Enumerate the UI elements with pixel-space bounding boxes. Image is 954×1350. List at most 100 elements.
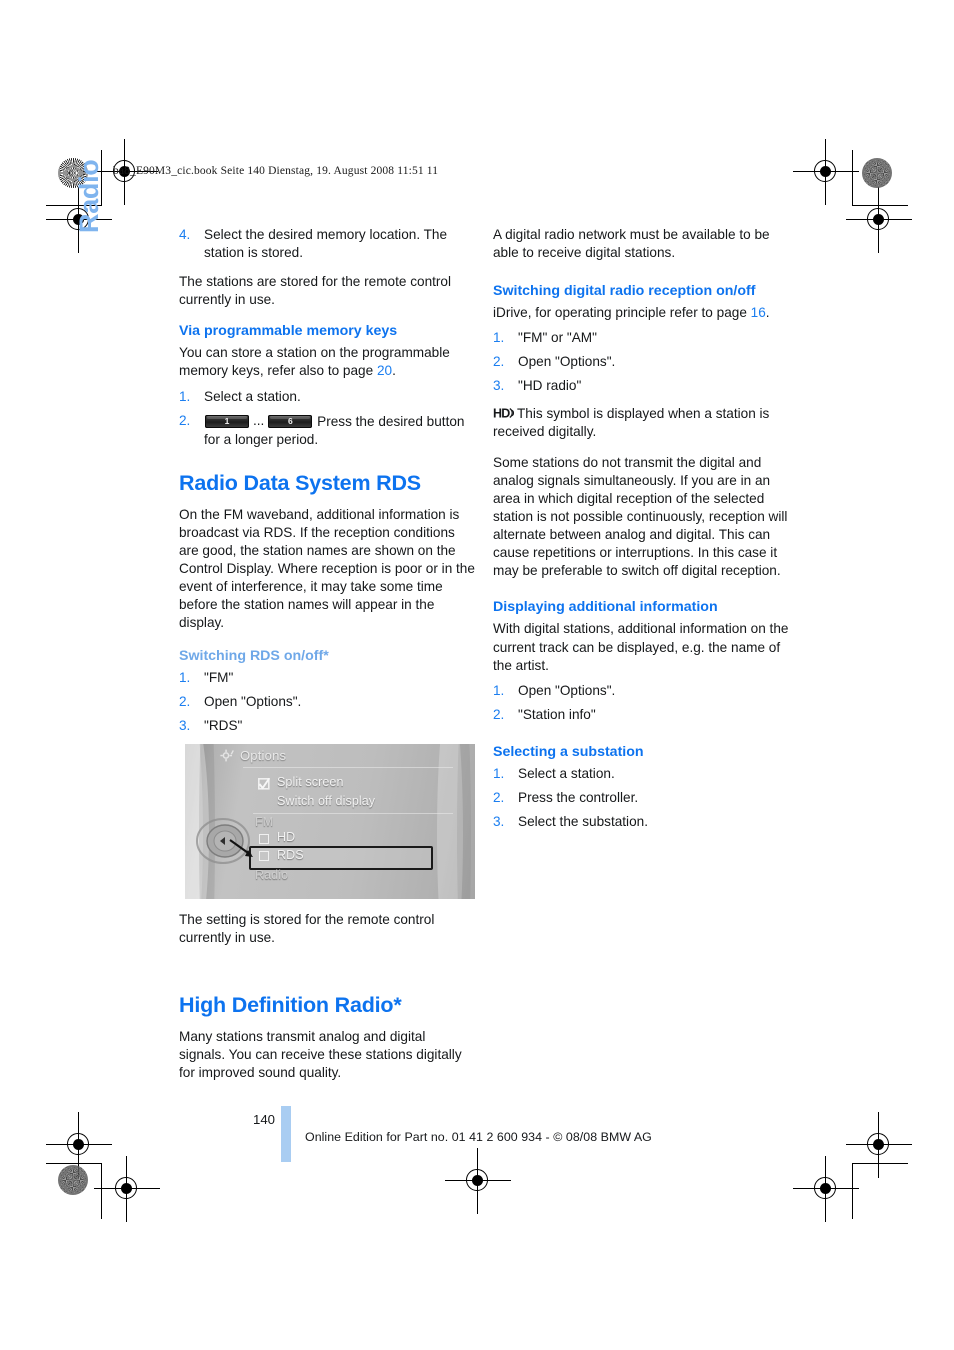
- step-number: 2.: [493, 354, 505, 370]
- memory-keys-intro-text-a: You can store a station on the programma…: [179, 345, 450, 379]
- trim-line-right-vert-bottom: [852, 1163, 853, 1219]
- color-rosette-top-right: [862, 158, 892, 188]
- registration-mark-bottom-left: [46, 1112, 112, 1178]
- memory-keys-step-list: 1. Select a station. 2. 1 ... 6 Press th…: [179, 388, 475, 449]
- rds-description-paragraph: On the FM waveband, additional informati…: [179, 506, 475, 631]
- idrive-reference-text-a: iDrive, for operating principle refer to…: [493, 305, 751, 321]
- step-number: 1.: [179, 669, 191, 685]
- registration-mark-bottom-left-outer: [94, 1156, 160, 1222]
- idrive-options-screenshot: Options Split screen Switch off display …: [185, 744, 475, 899]
- step-text: "FM": [204, 669, 234, 685]
- trim-line-right-vert: [852, 150, 853, 206]
- step-text: "Station info": [518, 706, 596, 722]
- page-number-accent-bar: [281, 1106, 291, 1162]
- trim-line-bottom-right: [852, 1163, 908, 1164]
- step-number: 1.: [493, 330, 505, 346]
- callout-leader-line: [229, 838, 261, 865]
- step-number: 2.: [493, 706, 505, 722]
- step-text: Select a station.: [518, 765, 615, 781]
- memory-button-6-icon[interactable]: 6: [268, 414, 313, 428]
- left-column: 4. Select the desired memory location. T…: [179, 226, 475, 735]
- memory-button-6-label: 6: [287, 415, 293, 426]
- step-number: 2.: [493, 789, 505, 805]
- heading-programmable-memory-keys: Via programmable memory keys: [179, 323, 398, 340]
- stations-stored-paragraph: The stations are stored for the remote c…: [179, 274, 452, 308]
- page-reference-link[interactable]: 16: [751, 305, 766, 320]
- digital-network-paragraph: A digital radio network must be availabl…: [493, 227, 770, 261]
- hd-symbol-paragraph: H D This symbol is displayed when a stat…: [493, 405, 789, 441]
- options-menu: Options Split screen Switch off display …: [185, 744, 475, 899]
- memory-keys-intro-paragraph: You can store a station on the programma…: [179, 344, 475, 380]
- step-text: Select the substation.: [518, 814, 648, 830]
- options-gear-icon: [220, 749, 236, 763]
- options-menu-title: Options: [240, 748, 287, 763]
- memory-button-1-label: 1: [224, 415, 230, 426]
- running-header: ba8_E90M3_cic.book Seite 140 Dienstag, 1…: [113, 165, 439, 177]
- step-text: Select the desired memory location. The …: [204, 227, 448, 261]
- step-text: "RDS": [204, 717, 243, 733]
- list-item: 2. Open "Options".: [493, 353, 789, 371]
- page-number: 140: [253, 1112, 276, 1127]
- step-number: 3.: [179, 717, 191, 733]
- hd-radio-logo-icon: H D: [493, 406, 514, 420]
- step-number: 2.: [179, 412, 191, 428]
- hd-symbol-text: This symbol is displayed when a station …: [493, 405, 770, 439]
- registration-mark-bottom-right: [846, 1112, 912, 1178]
- menu-divider-middle: [253, 813, 453, 814]
- step-text: Press the controller.: [518, 789, 639, 805]
- list-item: 1. Select a station.: [179, 388, 475, 406]
- list-item: 2. 1 ... 6 Press the desired button for …: [179, 412, 475, 449]
- registration-mark-bottom-center: [445, 1148, 511, 1214]
- idrive-reference-paragraph: iDrive, for operating principle refer to…: [493, 304, 789, 322]
- menu-item-rds[interactable]: RDS: [277, 848, 304, 862]
- left-column-lower: The setting is stored for the remote con…: [179, 911, 475, 1095]
- menu-item-switch-off-display[interactable]: Switch off display: [277, 794, 375, 808]
- menu-item-split-screen[interactable]: Split screen: [277, 775, 344, 789]
- additional-information-step-list: 1. Open "Options". 2. "Station info": [493, 682, 789, 724]
- step-number: 1.: [179, 388, 191, 404]
- simultaneous-signals-paragraph: Some stations do not transmit the digita…: [493, 454, 788, 579]
- high-definition-radio-paragraph: Many stations transmit analog and digita…: [179, 1029, 462, 1081]
- memory-location-step-list: 4. Select the desired memory location. T…: [179, 226, 475, 262]
- step-number: 2.: [179, 693, 191, 709]
- step-text: Open "Options".: [518, 682, 616, 698]
- page-reference-link[interactable]: 20: [377, 363, 392, 378]
- list-item: 2. "Station info": [493, 706, 789, 724]
- memory-button-1-icon[interactable]: 1: [205, 414, 249, 428]
- step-number: 1.: [493, 765, 505, 781]
- step-text: Open "Options".: [518, 354, 616, 370]
- step-number: 3.: [493, 378, 505, 394]
- menu-item-hd[interactable]: HD: [277, 830, 295, 844]
- step-text: "FM" or "AM": [518, 330, 597, 346]
- copyright-line: Online Edition for Part no. 01 41 2 600 …: [305, 1130, 652, 1144]
- menu-divider-top: [243, 767, 453, 768]
- additional-information-paragraph: With digital stations, additional inform…: [493, 621, 789, 673]
- step-number: 3.: [493, 814, 505, 830]
- substation-step-list: 1. Select a station. 2. Press the contro…: [493, 765, 789, 831]
- list-item: 2. Open "Options".: [179, 693, 475, 711]
- heading-high-definition-radio: High Definition Radio*: [179, 993, 402, 1018]
- step-number: 4.: [179, 227, 191, 242]
- split-screen-checkbox-checked-icon[interactable]: [258, 777, 271, 790]
- list-item: 1. "FM" or "AM": [493, 329, 789, 347]
- menu-group-label-radio: Radio: [255, 868, 289, 882]
- heading-radio-data-system-rds: Radio Data System RDS: [179, 470, 421, 495]
- heading-selecting-a-substation: Selecting a substation: [493, 743, 644, 760]
- list-item: 3. Select the substation.: [493, 813, 789, 831]
- list-item: 1. Select a station.: [493, 765, 789, 783]
- step-text: Select a station.: [204, 388, 301, 404]
- trim-line-left-vert-bottom: [101, 1163, 102, 1219]
- heading-switching-rds-on-off: Switching RDS on/off*: [179, 647, 329, 664]
- registration-mark-top-right: [793, 139, 859, 205]
- list-item: 1. Open "Options".: [493, 682, 789, 700]
- list-item: 4. Select the desired memory location. T…: [179, 226, 475, 262]
- rds-setting-stored-paragraph: The setting is stored for the remote con…: [179, 912, 435, 946]
- list-item: 3. "RDS": [179, 717, 475, 735]
- heading-displaying-additional-information: Displaying additional information: [493, 599, 718, 616]
- menu-group-label-fm: FM: [255, 815, 274, 829]
- list-item: 2. Press the controller.: [493, 789, 789, 807]
- step-text: Open "Options".: [204, 693, 302, 709]
- trim-line-bottom-left: [46, 1163, 102, 1164]
- digital-reception-step-list: 1. "FM" or "AM" 2. Open "Options". 3. "H…: [493, 329, 789, 395]
- step-text: "HD radio": [518, 378, 582, 394]
